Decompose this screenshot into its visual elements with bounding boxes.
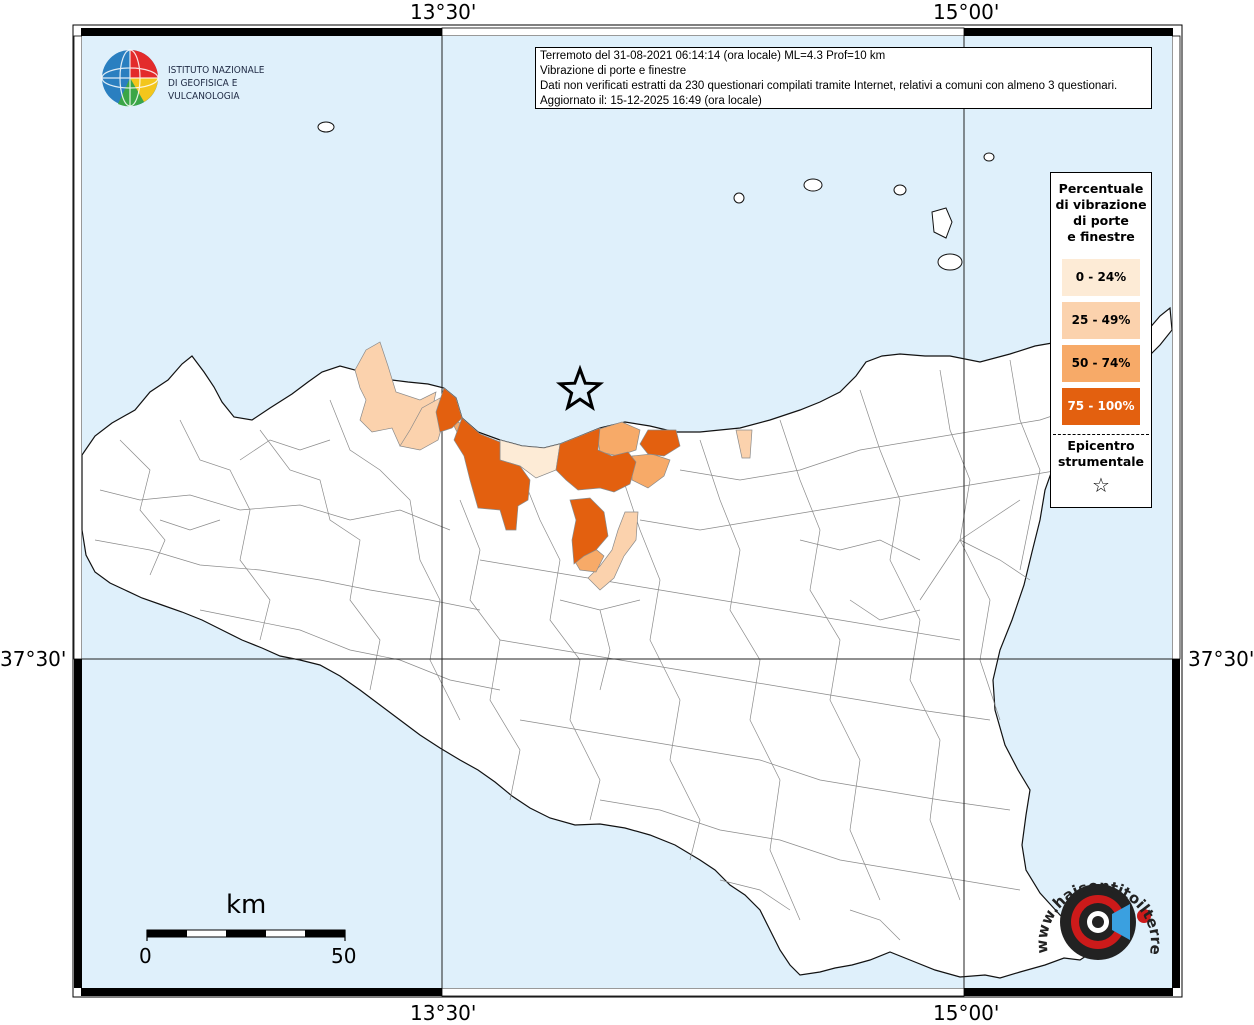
legend-swatch-25-49: 25 - 49% — [1062, 302, 1140, 339]
legend: Percentuale di vibrazione di porte e fin… — [1050, 172, 1152, 508]
island — [803, 178, 823, 192]
frame-tick — [441, 27, 965, 37]
frame-tick — [441, 987, 965, 997]
haisentito-logo-icon: www.haisentitoilterremoto.it — [1022, 844, 1170, 988]
lat-label-left: 37°30' — [0, 647, 67, 671]
island — [983, 152, 995, 162]
island — [893, 184, 907, 196]
event-info-box: Terremoto del 31-08-2021 06:14:14 (ora l… — [535, 47, 1152, 109]
ingv-globe-icon — [101, 49, 159, 107]
island — [317, 121, 335, 133]
legend-swatch-50-74: 50 - 74% — [1062, 345, 1140, 382]
lat-label-right: 37°30' — [1188, 647, 1254, 671]
frame-tick — [81, 988, 442, 996]
island — [733, 192, 745, 204]
lon-label-bottom-right: 15°00' — [933, 1001, 1000, 1025]
lon-label-top-left: 13°30' — [410, 0, 477, 24]
frame-tick — [73, 35, 83, 660]
ingv-name: ISTITUTO NAZIONALE DI GEOFISICA E VULCAN… — [168, 65, 265, 102]
frame-tick — [1172, 659, 1180, 988]
legend-swatch-0-24: 0 - 24% — [1062, 259, 1140, 296]
scale-max: 50 — [331, 944, 357, 968]
island — [937, 253, 963, 271]
lon-label-top-right: 15°00' — [933, 0, 1000, 24]
frame-tick — [964, 988, 1173, 996]
legend-divider — [1053, 434, 1149, 435]
ingv-logo: ISTITUTO NAZIONALE DI GEOFISICA E VULCAN… — [100, 48, 320, 110]
scale-unit: km — [226, 890, 267, 920]
data-note-line: Dati non verificati estratti da 230 ques… — [540, 80, 1118, 92]
lon-label-bottom-left: 13°30' — [410, 1001, 477, 1025]
legend-star-icon: ☆ — [1092, 473, 1110, 497]
frame-tick — [1171, 35, 1181, 660]
legend-epicenter-label: Epicentro strumentale — [1057, 438, 1145, 469]
frame-tick — [74, 659, 82, 988]
map-subject-line: Vibrazione di porte e finestre — [540, 65, 687, 77]
event-line: Terremoto del 31-08-2021 06:14:14 (ora l… — [540, 50, 886, 62]
scale-min: 0 — [139, 944, 152, 968]
legend-swatch-75-100: 75 - 100% — [1062, 388, 1140, 425]
frame-tick — [964, 28, 1173, 36]
frame-tick — [81, 28, 442, 36]
updated-line: Aggiornato il: 15-12-2025 16:49 (ora loc… — [540, 95, 762, 107]
legend-title: Percentuale di vibrazione di porte e fin… — [1055, 181, 1147, 244]
